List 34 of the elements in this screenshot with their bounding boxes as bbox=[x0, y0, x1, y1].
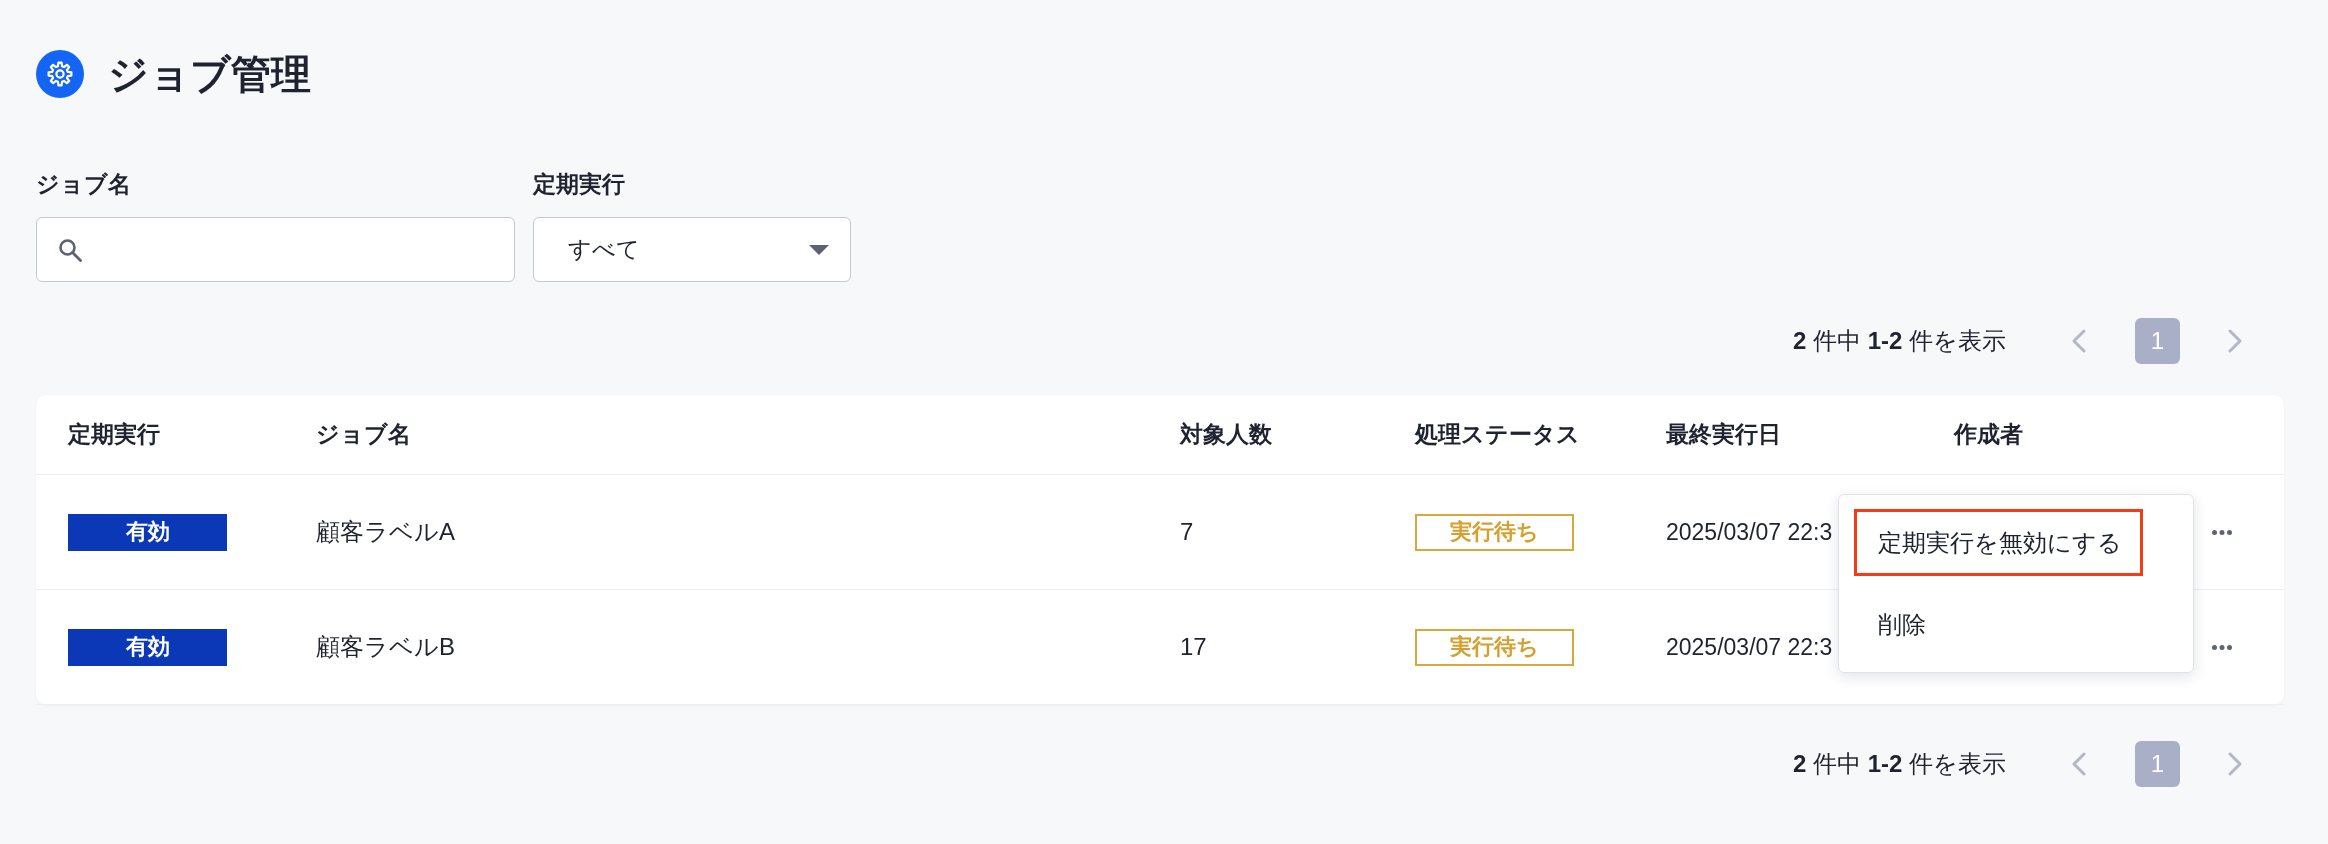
table-cell: 17 bbox=[1180, 633, 1207, 661]
schedule-badge: 有効 bbox=[68, 628, 227, 666]
search-icon bbox=[58, 237, 82, 262]
chevron-right-icon[interactable] bbox=[2228, 752, 2242, 776]
result-summary: 2 件中 1-2 件を表示 bbox=[1792, 749, 2006, 779]
filter-label: ジョブ名 bbox=[36, 171, 131, 197]
filter-dropdown[interactable]: すべて bbox=[533, 217, 851, 282]
search-field[interactable] bbox=[36, 217, 515, 282]
column-header: 作成者 bbox=[1954, 420, 2023, 449]
chevron-left-icon[interactable] bbox=[2072, 752, 2086, 776]
menu-item[interactable]: 定期実行を無効にする bbox=[1854, 509, 2143, 576]
column-header: 処理ステータス bbox=[1415, 420, 1580, 449]
column-header: ジョブ名 bbox=[316, 420, 411, 449]
result-summary: 2 件中 1-2 件を表示 bbox=[1792, 326, 2006, 356]
chevron-right-icon[interactable] bbox=[2228, 329, 2242, 353]
status-badge: 実行待ち bbox=[1415, 513, 1574, 551]
column-header: 最終実行日 bbox=[1666, 420, 1781, 449]
more-icon[interactable] bbox=[2212, 529, 2232, 535]
table-cell-text: 顧客ラベルA bbox=[316, 517, 455, 547]
column-header: 定期実行 bbox=[68, 420, 160, 449]
column-header: 対象人数 bbox=[1180, 420, 1272, 449]
table-cell-text: 顧客ラベルB bbox=[316, 632, 455, 662]
schedule-badge: 有効 bbox=[68, 513, 227, 551]
more-icon[interactable] bbox=[2212, 644, 2232, 650]
page-title: ジョブ管理 bbox=[108, 51, 311, 98]
table-cell: 2025/03/07 22:3 bbox=[1666, 633, 1833, 661]
status-badge: 実行待ち bbox=[1415, 628, 1574, 666]
chevron-left-icon[interactable] bbox=[2072, 329, 2086, 353]
caret-down-icon bbox=[809, 244, 829, 255]
table-cell: 2025/03/07 22:3 bbox=[1666, 518, 1833, 546]
settings-icon bbox=[36, 50, 84, 98]
menu-item[interactable]: 削除 bbox=[1854, 591, 1947, 658]
table-cell: 7 bbox=[1180, 518, 1194, 546]
filter-label: 定期実行 bbox=[533, 171, 625, 197]
